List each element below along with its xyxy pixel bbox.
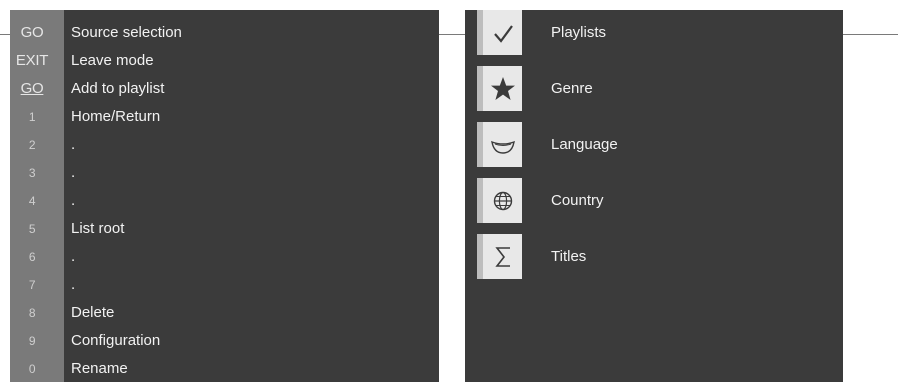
key-go-underlined: GO <box>20 80 44 97</box>
menu-label-genre: Genre <box>551 80 593 97</box>
sigma-icon <box>477 234 522 279</box>
key-row-2[interactable]: 2 . <box>10 131 439 159</box>
star-icon <box>477 66 522 111</box>
key-row-0[interactable]: 0 Rename <box>10 355 439 382</box>
key-5: 5 <box>28 222 36 236</box>
lips-icon <box>477 122 522 167</box>
key-label-4: . <box>71 192 76 209</box>
key-legend-panel: GO Source selection EXIT Leave mode GO A… <box>10 10 439 382</box>
key-7: 7 <box>28 278 36 292</box>
key-row-go-hold[interactable]: GO Add to playlist <box>10 75 439 103</box>
key-row-4[interactable]: 4 . <box>10 187 439 215</box>
key-label-home-return: Home/Return <box>71 108 161 125</box>
key-8: 8 <box>28 306 36 320</box>
key-label-delete: Delete <box>71 304 115 321</box>
key-row-8[interactable]: 8 Delete <box>10 299 439 327</box>
key-row-3[interactable]: 3 . <box>10 159 439 187</box>
key-row-5[interactable]: 5 List root <box>10 215 439 243</box>
key-exit: EXIT <box>15 52 49 69</box>
key-row-go[interactable]: GO Source selection <box>10 19 439 47</box>
check-icon <box>477 10 522 55</box>
key-label-add-to-playlist: Add to playlist <box>71 80 165 97</box>
key-1: 1 <box>28 110 36 124</box>
menu-item-titles[interactable]: Titles <box>465 234 843 284</box>
key-9: 9 <box>28 334 36 348</box>
menu-item-playlists[interactable]: Playlists <box>465 10 843 60</box>
key-label-leave-mode: Leave mode <box>71 52 154 69</box>
key-label-rename: Rename <box>71 360 128 377</box>
right-rule <box>843 34 898 35</box>
key-go: GO <box>20 24 44 41</box>
key-label-source-selection: Source selection <box>71 24 182 41</box>
key-label-6: . <box>71 248 76 265</box>
key-label-7: . <box>71 276 76 293</box>
key-3: 3 <box>28 166 36 180</box>
key-row-exit[interactable]: EXIT Leave mode <box>10 47 439 75</box>
key-0: 0 <box>28 362 36 376</box>
key-row-6[interactable]: 6 . <box>10 243 439 271</box>
browse-menu-panel: Playlists Genre Language Country Titles <box>465 10 843 382</box>
menu-item-genre[interactable]: Genre <box>465 66 843 116</box>
key-row-7[interactable]: 7 . <box>10 271 439 299</box>
key-label-configuration: Configuration <box>71 332 161 349</box>
key-2: 2 <box>28 138 36 152</box>
key-4: 4 <box>28 194 36 208</box>
key-label-2: . <box>71 136 76 153</box>
menu-label-playlists: Playlists <box>551 24 607 41</box>
key-6: 6 <box>28 250 36 264</box>
menu-label-language: Language <box>551 136 618 153</box>
key-row-1[interactable]: 1 Home/Return <box>10 103 439 131</box>
key-row-9[interactable]: 9 Configuration <box>10 327 439 355</box>
key-label-3: . <box>71 164 76 181</box>
menu-item-language[interactable]: Language <box>465 122 843 172</box>
globe-icon <box>477 178 522 223</box>
menu-label-country: Country <box>551 192 604 209</box>
menu-item-country[interactable]: Country <box>465 178 843 228</box>
center-rule <box>439 34 465 35</box>
left-rule <box>0 34 10 35</box>
key-label-list-root: List root <box>71 220 125 237</box>
menu-label-titles: Titles <box>551 248 587 265</box>
